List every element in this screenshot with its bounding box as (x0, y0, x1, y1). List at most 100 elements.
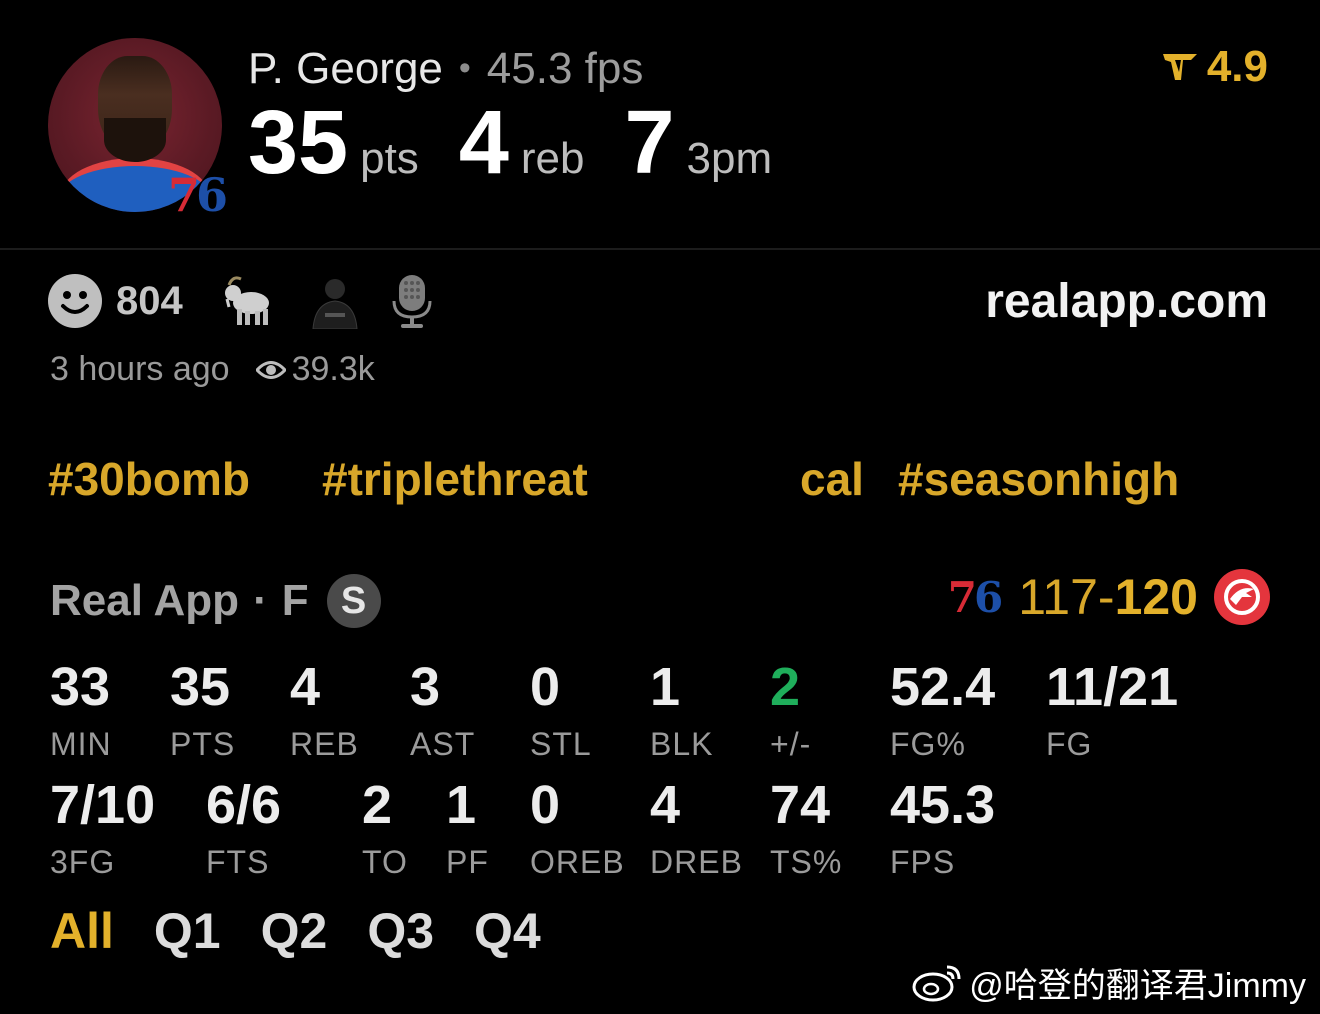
stat-label: PF (446, 844, 489, 880)
game-source[interactable]: Real App (50, 576, 239, 626)
player-emoji-icon[interactable] (307, 273, 363, 329)
tab-q4[interactable]: Q4 (474, 902, 541, 960)
separator-dot: • (458, 49, 471, 87)
stat-label: OREB (530, 844, 625, 880)
stat-label: TO (362, 844, 408, 880)
hawks-logo-icon (1214, 569, 1270, 625)
stat-value: 4 (650, 775, 681, 835)
stat-min: 33 MIN (50, 660, 112, 763)
header-divider (0, 248, 1320, 250)
stat-value: 45.3 (890, 775, 996, 835)
quarter-tabs: All Q1 Q2 Q3 Q4 (50, 902, 581, 960)
reaction-count: 804 (116, 278, 183, 323)
watermark-text: @哈登的翻译君Jimmy (969, 967, 1306, 1005)
watermark: @哈登的翻译君Jimmy (911, 958, 1306, 1007)
player-fps: 45.3 fps (486, 44, 644, 93)
rating-badge[interactable]: 4.9 (1161, 42, 1268, 92)
separator-dot: · (253, 576, 268, 625)
away-score: 120 (1114, 569, 1198, 625)
stat-label: FG% (890, 726, 966, 762)
stat-value: 11/21 (1046, 657, 1179, 717)
headline-points: 35 (248, 93, 349, 193)
tab-all[interactable]: All (50, 902, 114, 960)
post-meta: 3 hours ago 39.3k (50, 350, 375, 389)
time-ago: 3 hours ago (50, 350, 230, 388)
stat-value: 33 (50, 657, 111, 717)
headline-threes: 7 (624, 93, 675, 193)
headline-rebounds: 4 (458, 93, 509, 193)
site-link[interactable]: realapp.com (985, 274, 1268, 329)
game-status: F (281, 576, 309, 625)
stat-value: 7/10 (50, 775, 156, 835)
headline-rebounds-unit: reb (520, 134, 585, 183)
tab-q3[interactable]: Q3 (367, 902, 434, 960)
stat-label: FPS (890, 844, 956, 880)
player-title: P. George • 45.3 fps (248, 40, 643, 97)
stat-value: 52.4 (890, 657, 996, 717)
stat-label: AST (410, 726, 476, 762)
stat-value: 3 (410, 657, 441, 717)
stat-value: 1 (446, 775, 477, 835)
stat-pts: 35 PTS (170, 660, 235, 763)
stat-dreb: 4 DREB (650, 778, 743, 881)
stat-pf: 1 PF (446, 778, 489, 881)
stat-oreb: 0 OREB (530, 778, 625, 881)
stat-ts-pct: 74 TS% (770, 778, 842, 881)
stat-label: REB (290, 726, 359, 762)
weibo-icon (912, 965, 961, 1001)
headline-threes-unit: 3pm (686, 134, 773, 183)
hashtag-triplethreat[interactable]: #triplethreat (322, 452, 588, 506)
stat-value: 1 (650, 657, 681, 717)
stat-value: 35 (170, 657, 231, 717)
stat-label: FG (1046, 726, 1093, 762)
stat-reb: 4 REB (290, 660, 359, 763)
stat-ast: 3 AST (410, 660, 475, 763)
stat-value: 4 (290, 657, 321, 717)
avatar-beard (104, 118, 166, 162)
stat-label: BLK (650, 726, 714, 762)
tab-q1[interactable]: Q1 (154, 902, 221, 960)
stat-to: 2 TO (362, 778, 408, 881)
stat-value: 6/6 (206, 775, 282, 835)
stat-label: FTS (206, 844, 270, 880)
smile-icon[interactable] (48, 274, 102, 328)
stat-value: 0 (530, 657, 561, 717)
stat-blk: 1 BLK (650, 660, 713, 763)
score-dash: - (1097, 569, 1115, 625)
stat-stl: 0 STL (530, 660, 592, 763)
hashtag-cal[interactable]: cal (800, 452, 864, 506)
status-badge[interactable]: S (326, 574, 381, 628)
rating-value: 4.9 (1206, 42, 1268, 91)
eye-icon (255, 360, 286, 379)
stat-label: STL (530, 726, 592, 762)
stat-label: TS% (770, 844, 843, 880)
stat-label: +/- (770, 726, 812, 762)
stat-fts: 6/6 FTS (206, 778, 281, 881)
view-count: 39.3k (291, 350, 375, 388)
player-name[interactable]: P. George (248, 44, 443, 93)
stat-label: PTS (170, 726, 236, 762)
team-logo-76ers: 76 (168, 168, 228, 222)
microphone-icon[interactable] (391, 273, 433, 329)
real-logo-icon (1162, 54, 1197, 80)
stat-fg: 11/21 FG (1046, 660, 1178, 763)
stat-label: MIN (50, 726, 112, 762)
tab-q2[interactable]: Q2 (261, 902, 328, 960)
stat-label: 3FG (50, 844, 116, 880)
stat-value: 2 (362, 775, 393, 835)
headline-stats: 35 pts 4 reb 7 3pm (248, 98, 812, 188)
game-source-row: Real App · F S (50, 574, 381, 628)
home-score: 117 (1018, 569, 1098, 625)
stat-value: 0 (530, 775, 561, 835)
stat-value: 2 (770, 657, 801, 717)
stat-plus-minus: 2 +/- (770, 660, 811, 763)
team-logo-76ers: 76 (947, 572, 1003, 622)
hashtag-seasonhigh[interactable]: #seasonhigh (898, 452, 1179, 506)
stat-fg-pct: 52.4 FG% (890, 660, 995, 763)
hashtag-30bomb[interactable]: #30bomb (48, 452, 250, 506)
game-score[interactable]: 76 117 - 120 (948, 568, 1270, 626)
stat-fps: 45.3 FPS (890, 778, 995, 881)
goat-icon[interactable] (221, 273, 279, 329)
views: 39.3k (255, 350, 375, 389)
headline-points-unit: pts (360, 134, 419, 183)
